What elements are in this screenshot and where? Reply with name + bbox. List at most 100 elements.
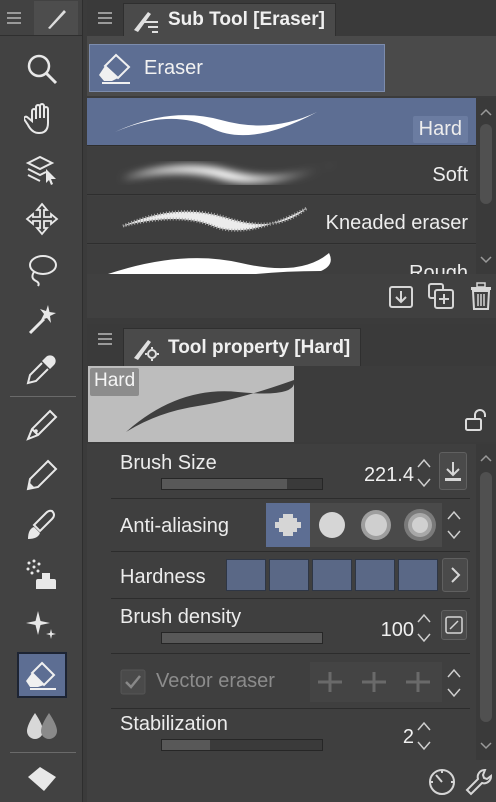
brush-size-preset-button[interactable] xyxy=(439,452,467,490)
tool-property-footer xyxy=(87,760,496,802)
fill-tool[interactable] xyxy=(17,756,67,802)
move-tool[interactable] xyxy=(17,196,67,242)
anti-aliasing-row: Anti-aliasing xyxy=(111,500,470,552)
eraser-tool[interactable] xyxy=(17,652,67,698)
subtool-item-label: Rough xyxy=(409,262,468,274)
stabilization-spinner[interactable] xyxy=(416,720,432,752)
brush-preview-area: Hard xyxy=(87,366,496,442)
anti-aliasing-weak[interactable] xyxy=(310,503,354,547)
menu-icon[interactable] xyxy=(93,324,117,354)
magic-wand-tool[interactable] xyxy=(17,296,67,342)
hardness-level-5[interactable] xyxy=(398,559,438,591)
brush-size-value[interactable]: 221.4 xyxy=(364,464,414,487)
brush-size-label: Brush Size xyxy=(120,452,217,474)
pen-tool[interactable] xyxy=(17,402,67,448)
tool-property-scrollbar[interactable] xyxy=(476,444,496,760)
pressure-off-icon xyxy=(445,616,463,634)
hand-tool[interactable] xyxy=(17,96,67,142)
tool-tab[interactable] xyxy=(34,0,78,35)
subtool-group-eraser[interactable]: Eraser xyxy=(89,44,385,92)
brush-density-value[interactable]: 100 xyxy=(381,619,414,642)
scroll-up-icon[interactable] xyxy=(476,448,496,468)
tool-property-tab[interactable]: Tool property [Hard] xyxy=(123,328,362,366)
layer-select-tool[interactable] xyxy=(17,146,67,192)
tool-property-list: Brush Size 221.4 Anti-aliasing Hardness … xyxy=(87,444,476,760)
layer-select-icon xyxy=(25,155,56,185)
chevron-up-icon[interactable] xyxy=(416,457,432,469)
copy-subtool-button[interactable] xyxy=(387,282,415,310)
tool-palette-header xyxy=(0,0,82,36)
stroke-preview xyxy=(121,163,337,183)
stabilization-slider-fill xyxy=(162,740,210,750)
decoration-tool[interactable] xyxy=(17,602,67,648)
anti-aliasing-spinner[interactable] xyxy=(446,509,462,541)
subtool-group-label: Eraser xyxy=(144,56,203,79)
scroll-thumb[interactable] xyxy=(480,124,492,204)
zoom-tool[interactable] xyxy=(17,46,67,92)
menu-icon[interactable] xyxy=(0,0,28,36)
chevron-down-icon[interactable] xyxy=(416,632,432,644)
hardness-expand-button[interactable] xyxy=(442,558,468,592)
brush-density-slider[interactable] xyxy=(161,632,323,644)
subtool-item-label: Hard xyxy=(412,116,468,143)
decoration-icon xyxy=(26,611,56,639)
pencil-tool[interactable] xyxy=(17,452,67,498)
brush-icon xyxy=(28,509,55,539)
scroll-up-icon[interactable] xyxy=(476,102,496,122)
unlock-icon[interactable] xyxy=(463,408,489,432)
subtool-item-hard[interactable]: Hard xyxy=(87,98,476,146)
menu-icon[interactable] xyxy=(93,0,117,36)
subtool-tab[interactable]: Sub Tool [Eraser] xyxy=(123,3,336,36)
stabilization-label: Stabilization xyxy=(120,713,228,735)
chevron-up-icon[interactable] xyxy=(446,667,462,679)
aa-medium-icon xyxy=(361,510,391,540)
subtool-item-rough[interactable]: Rough xyxy=(87,245,476,274)
wrench-icon[interactable] xyxy=(463,766,493,796)
scroll-thumb[interactable] xyxy=(480,472,492,722)
hardness-level-3[interactable] xyxy=(312,559,352,591)
brush-density-spinner[interactable] xyxy=(416,612,432,644)
hardness-level-1[interactable] xyxy=(226,559,266,591)
chevron-down-icon[interactable] xyxy=(446,687,462,699)
anti-aliasing-none[interactable] xyxy=(266,503,310,547)
chevron-up-icon[interactable] xyxy=(416,720,432,732)
pen-tab-icon xyxy=(48,9,66,29)
vector-eraser-row: Vector eraser xyxy=(111,655,470,709)
vector-eraser-mode-group[interactable] xyxy=(310,662,442,702)
anti-aliasing-medium[interactable] xyxy=(354,503,398,547)
scroll-down-icon[interactable] xyxy=(476,736,496,756)
vector-eraser-spinner[interactable] xyxy=(446,667,462,699)
brush-size-row: Brush Size 221.4 xyxy=(111,444,470,499)
chevron-down-icon[interactable] xyxy=(416,477,432,489)
chevron-up-icon[interactable] xyxy=(446,509,462,521)
hardness-level-2[interactable] xyxy=(269,559,309,591)
subtool-group-bar: Eraser xyxy=(87,36,496,96)
subtool-item-kneaded-eraser[interactable]: Kneaded eraser xyxy=(87,196,476,244)
brush-size-spinner[interactable] xyxy=(416,457,432,489)
anti-aliasing-strong[interactable] xyxy=(398,503,442,547)
vector-eraser-checkbox[interactable] xyxy=(120,669,146,695)
delete-subtool-button[interactable] xyxy=(467,282,495,310)
chevron-down-icon[interactable] xyxy=(416,740,432,752)
lasso-tool[interactable] xyxy=(17,246,67,292)
chevron-down-icon[interactable] xyxy=(446,529,462,541)
toolbar-divider xyxy=(10,396,76,397)
blend-tool[interactable] xyxy=(17,702,67,748)
aa-none-icon xyxy=(275,514,301,536)
anti-aliasing-label: Anti-aliasing xyxy=(120,515,229,537)
copy-subtool-icon xyxy=(389,286,413,308)
subtool-item-soft[interactable]: Soft xyxy=(87,147,476,195)
chevron-up-icon[interactable] xyxy=(416,612,432,624)
brush-tool[interactable] xyxy=(17,502,67,548)
create-subtool-button[interactable] xyxy=(427,282,455,310)
brush-size-slider[interactable] xyxy=(161,478,323,490)
pressure-settings-icon[interactable] xyxy=(427,766,457,796)
scroll-down-icon[interactable] xyxy=(476,250,496,270)
brush-density-pressure-button[interactable] xyxy=(441,610,467,640)
airbrush-tool[interactable] xyxy=(17,552,67,598)
subtool-scrollbar[interactable] xyxy=(476,98,496,274)
eyedropper-tool[interactable] xyxy=(17,346,67,392)
hardness-level-4[interactable] xyxy=(355,559,395,591)
stabilization-slider[interactable] xyxy=(161,739,323,751)
stabilization-value[interactable]: 2 xyxy=(403,726,414,749)
